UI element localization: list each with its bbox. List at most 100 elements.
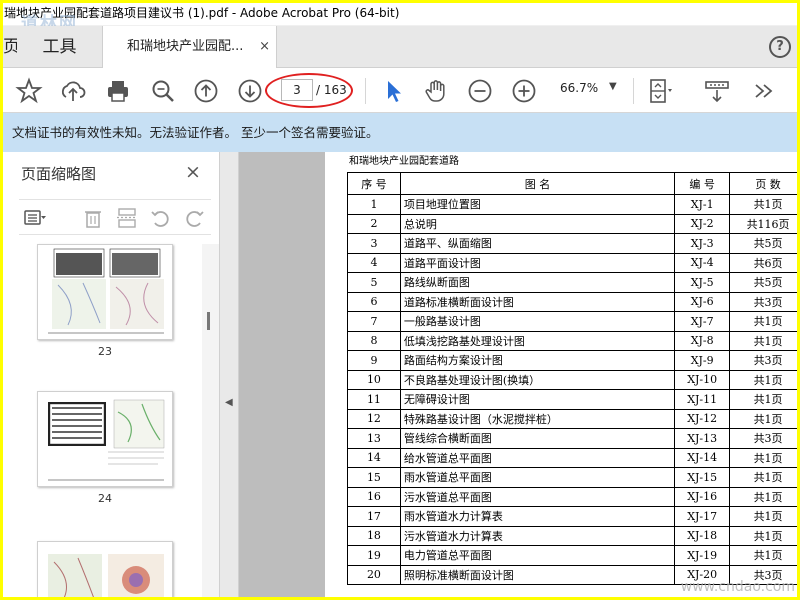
table-cell: 共6页 <box>729 252 797 273</box>
thumbnail-page-number: 24 <box>98 492 112 505</box>
table-cell: 4 <box>347 252 401 273</box>
table-cell: 19 <box>347 545 401 566</box>
table-cell: 无障碍设计图 <box>399 389 676 410</box>
table-cell: 1 <box>347 194 401 215</box>
help-icon[interactable]: ? <box>769 36 791 58</box>
table-cell: 共5页 <box>729 272 797 293</box>
close-tab-icon[interactable]: × <box>259 26 270 68</box>
table-cell: 照明标准横断面设计图 <box>399 564 676 585</box>
tab-tools[interactable]: 工具 <box>17 26 102 68</box>
page-thumbnail[interactable] <box>37 541 173 597</box>
table-cell: 管线综合横断面图 <box>399 428 676 449</box>
zoom-level-select[interactable]: 66.7% <box>560 81 598 95</box>
table-cell: 道路标准横断面设计图 <box>399 291 676 312</box>
table-row: 11 无障碍设计图 XJ-11 共1页 <box>347 389 797 410</box>
close-panel-icon[interactable]: × <box>185 161 201 183</box>
table-cell: 9 <box>347 350 401 371</box>
table-cell: 17 <box>347 506 401 527</box>
table-cell: XJ-9 <box>674 350 731 371</box>
table-cell: 共1页 <box>729 447 797 468</box>
table-cell: 项目地理位置图 <box>399 194 676 215</box>
signature-warning-text: 文档证书的有效性未知。无法验证作者。 至少一个签名需要验证。 <box>12 125 379 140</box>
table-row: 6 道路标准横断面设计图 XJ-6 共3页 <box>347 291 797 312</box>
title-bar: 瑞地块产业园配套道路项目建议书 (1).pdf - Adobe Acrobat … <box>3 3 797 26</box>
table-cell: XJ-15 <box>674 467 731 488</box>
tab-home-partial[interactable]: 页 <box>3 26 17 68</box>
table-row: 1 项目地理位置图 XJ-1 共1页 <box>347 194 797 215</box>
panel-scrollbar[interactable] <box>202 244 219 597</box>
table-body: 1 项目地理位置图 XJ-1 共1页 2 总说明 XJ-2 共116页 3 道路平、纵面缩图 XJ-… <box>347 194 797 585</box>
table-row: 9 路面结构方案设计图 XJ-9 共3页 <box>347 350 797 371</box>
table-cell: 共3页 <box>729 428 797 449</box>
select-arrow-icon[interactable] <box>379 77 407 105</box>
table-cell: 18 <box>347 525 401 546</box>
table-cell: 共5页 <box>729 233 797 254</box>
page-thumbnail[interactable] <box>37 391 173 487</box>
table-cell: 13 <box>347 428 401 449</box>
column-header: 序 号 <box>347 172 401 195</box>
rotate-right-icon[interactable] <box>182 206 206 230</box>
table-cell: XJ-11 <box>674 389 731 410</box>
options-menu-icon[interactable] <box>23 206 47 230</box>
table-cell: XJ-19 <box>674 545 731 566</box>
extract-pages-icon[interactable] <box>115 206 139 230</box>
tab-document[interactable]: 和瑞地块产业园配... × <box>102 26 277 69</box>
table-row: 10 不良路基处理设计图(换填） XJ-10 共1页 <box>347 369 797 390</box>
star-icon[interactable] <box>15 77 43 105</box>
table-cell: 7 <box>347 311 401 332</box>
table-cell: XJ-6 <box>674 291 731 312</box>
table-row: 18 污水管道水力计算表 XJ-18 共1页 <box>347 525 797 546</box>
document-header: 和瑞地块产业园配套道路 <box>349 156 459 167</box>
table-row: 13 管线综合横断面图 XJ-13 共3页 <box>347 428 797 449</box>
table-cell: 共3页 <box>729 291 797 312</box>
next-page-icon[interactable] <box>236 77 264 105</box>
more-icon[interactable] <box>751 77 779 105</box>
table-cell: 12 <box>347 408 401 429</box>
table-cell: XJ-18 <box>674 525 731 546</box>
thumbnails-panel: 页面缩略图 × 23 24 <box>3 152 219 597</box>
table-cell: 14 <box>347 447 401 468</box>
zoom-in-icon[interactable] <box>510 77 538 105</box>
table-row: 16 污水管道总平面图 XJ-16 共1页 <box>347 486 797 507</box>
panel-splitter[interactable]: ◀ <box>219 152 239 597</box>
table-cell: 15 <box>347 467 401 488</box>
table-row: 3 道路平、纵面缩图 XJ-3 共5页 <box>347 233 797 254</box>
zoom-search-icon[interactable] <box>149 77 177 105</box>
table-row: 8 低填浅挖路基处理设计图 XJ-8 共1页 <box>347 330 797 351</box>
table-cell: XJ-5 <box>674 272 731 293</box>
table-cell: 2 <box>347 213 401 234</box>
table-cell: 电力管道总平面图 <box>399 545 676 566</box>
upload-icon[interactable] <box>59 77 87 105</box>
table-cell: 道路平、纵面缩图 <box>399 233 676 254</box>
table-cell: 共3页 <box>729 350 797 371</box>
table-cell: 11 <box>347 389 401 410</box>
table-cell: 总说明 <box>399 213 676 234</box>
table-cell: XJ-16 <box>674 486 731 507</box>
table-cell: 共1页 <box>729 545 797 566</box>
table-cell: 路面结构方案设计图 <box>399 350 676 371</box>
hand-icon[interactable] <box>422 77 450 105</box>
prev-page-icon[interactable] <box>192 77 220 105</box>
rotate-left-icon[interactable] <box>149 206 173 230</box>
zoom-out-icon[interactable] <box>466 77 494 105</box>
table-cell: XJ-1 <box>674 194 731 215</box>
table-cell: XJ-3 <box>674 233 731 254</box>
page-thumbnail[interactable] <box>37 244 173 340</box>
scroll-mode-icon[interactable] <box>703 77 731 105</box>
panel-scrollbar-thumb[interactable] <box>207 312 210 330</box>
table-row: 4 道路平面设计图 XJ-4 共6页 <box>347 252 797 273</box>
fit-page-icon[interactable] <box>646 77 674 105</box>
chevron-down-icon[interactable]: ▼ <box>609 81 617 92</box>
table-cell: XJ-8 <box>674 330 731 351</box>
table-cell: 5 <box>347 272 401 293</box>
delete-icon[interactable] <box>81 206 105 230</box>
table-cell: 共116页 <box>729 213 797 234</box>
print-icon[interactable] <box>104 77 132 105</box>
collapse-panel-icon[interactable]: ◀ <box>225 397 233 408</box>
table-cell: 共1页 <box>729 506 797 527</box>
table-row: 19 电力管道总平面图 XJ-19 共1页 <box>347 545 797 566</box>
table-cell: 共1页 <box>729 467 797 488</box>
column-header: 页 数 <box>729 172 797 195</box>
table-cell: 低填浅挖路基处理设计图 <box>399 330 676 351</box>
table-cell: XJ-17 <box>674 506 731 527</box>
